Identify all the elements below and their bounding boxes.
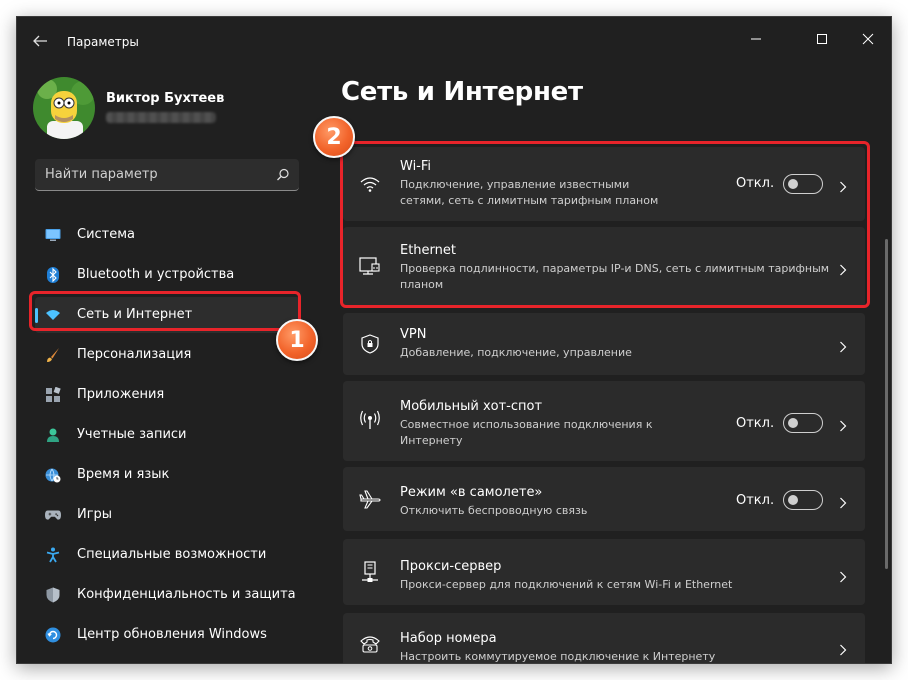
sidebar-item-gaming[interactable]: Игры [35,497,301,533]
card-description: Настроить коммутируемое подключение к Ин… [400,650,716,663]
user-name: Виктор Бухтеев [106,91,225,106]
sidebar-item-apps[interactable]: Приложения [35,377,301,413]
accessibility-icon [45,547,61,563]
toggle-status: Откл. [736,493,775,508]
toggle-status: Откл. [736,416,775,431]
airplane-toggle[interactable] [783,490,823,510]
sidebar-item-label: Специальные возможности [77,547,267,562]
step-badge-1: 1 [276,319,318,361]
sidebar-item-bluetooth[interactable]: Bluetooth и устройства [35,257,301,293]
sidebar-item-label: Приложения [77,387,165,402]
chevron-right-icon [837,568,849,583]
dialup-icon [359,633,381,655]
card-title: Режим «в самолете» [400,485,543,500]
update-icon [45,627,61,643]
sidebar-nav: Система Bluetooth и устройства Сеть и Ин… [35,217,301,657]
card-description: Добавление, подключение, управление [400,346,632,359]
vpn-card[interactable]: VPN Добавление, подключение, управление [343,313,865,375]
hotspot-card[interactable]: Мобильный хот-спот Совместное использова… [343,381,865,461]
sidebar-item-privacy[interactable]: Конфиденциальность и защита [35,577,301,613]
scrollbar[interactable] [885,239,888,569]
chevron-right-icon [837,417,849,432]
highlight-network-nav [29,291,301,331]
sidebar-item-label: Bluetooth и устройства [77,267,235,282]
card-title: Прокси-сервер [400,559,502,574]
sidebar-item-label: Игры [77,507,113,522]
sidebar-item-windows-update[interactable]: Центр обновления Windows [35,617,301,653]
user-email-blurred [106,112,216,123]
dialup-card[interactable]: Набор номера Настроить коммутируемое под… [343,613,865,663]
chevron-right-icon [837,338,849,353]
airplane-icon [359,488,381,510]
apps-icon [45,387,61,403]
brush-icon [45,347,61,363]
globe-clock-icon [45,467,61,483]
card-description: Прокси-сервер для подключений к сетям Wi… [400,578,733,591]
vpn-shield-icon [359,333,381,355]
toggle-knob [788,495,798,505]
proxy-card[interactable]: Прокси-сервер Прокси-сервер для подключе… [343,539,865,605]
card-title: VPN [400,327,427,342]
person-icon [45,427,61,443]
chevron-right-icon [837,494,849,509]
sidebar-item-label: Персонализация [77,347,192,362]
sidebar-item-label: Система [77,227,136,242]
card-title: Набор номера [400,631,497,646]
sidebar-item-personalization[interactable]: Персонализация [35,337,301,373]
toggle-knob [788,418,798,428]
sidebar-item-label: Конфиденциальность и защита [77,587,296,602]
app-title: Параметры [67,35,139,49]
gamepad-icon [45,507,61,523]
hotspot-icon [359,409,381,431]
minimize-button[interactable] [733,23,779,55]
search-icon[interactable] [275,167,291,183]
card-title: Мобильный хот-спот [400,399,543,414]
sidebar-item-time-language[interactable]: Время и язык [35,457,301,493]
chevron-right-icon [837,641,849,656]
hotspot-toggle[interactable] [783,413,823,433]
search-box[interactable] [35,159,299,191]
title-bar: Параметры [17,17,891,65]
proxy-icon [359,561,381,583]
maximize-button[interactable] [799,23,845,55]
close-button[interactable] [845,23,891,55]
sidebar-item-accounts[interactable]: Учетные записи [35,417,301,453]
sidebar-item-label: Центр обновления Windows [77,627,267,642]
page-title: Сеть и Интернет [341,77,583,107]
card-description: Отключить беспроводную связь [400,504,588,517]
search-input[interactable] [35,159,265,190]
settings-window: Параметры Виктор Бухтеев Найти параметр … [16,16,892,664]
shield-icon [45,587,61,603]
highlight-wifi-ethernet [340,141,870,308]
monitor-icon [45,227,61,243]
sidebar-item-label: Учетные записи [77,427,187,442]
sidebar-item-label: Время и язык [77,467,170,482]
sidebar-item-system[interactable]: Система [35,217,301,253]
back-arrow-icon[interactable] [31,33,51,49]
airplane-card[interactable]: Режим «в самолете» Отключить беспроводну… [343,467,865,531]
avatar[interactable] [33,77,95,139]
card-description: Совместное использование подключения к И… [400,418,653,447]
step-badge-2: 2 [313,116,355,158]
sidebar-item-accessibility[interactable]: Специальные возможности [35,537,301,573]
bluetooth-icon [45,267,61,283]
